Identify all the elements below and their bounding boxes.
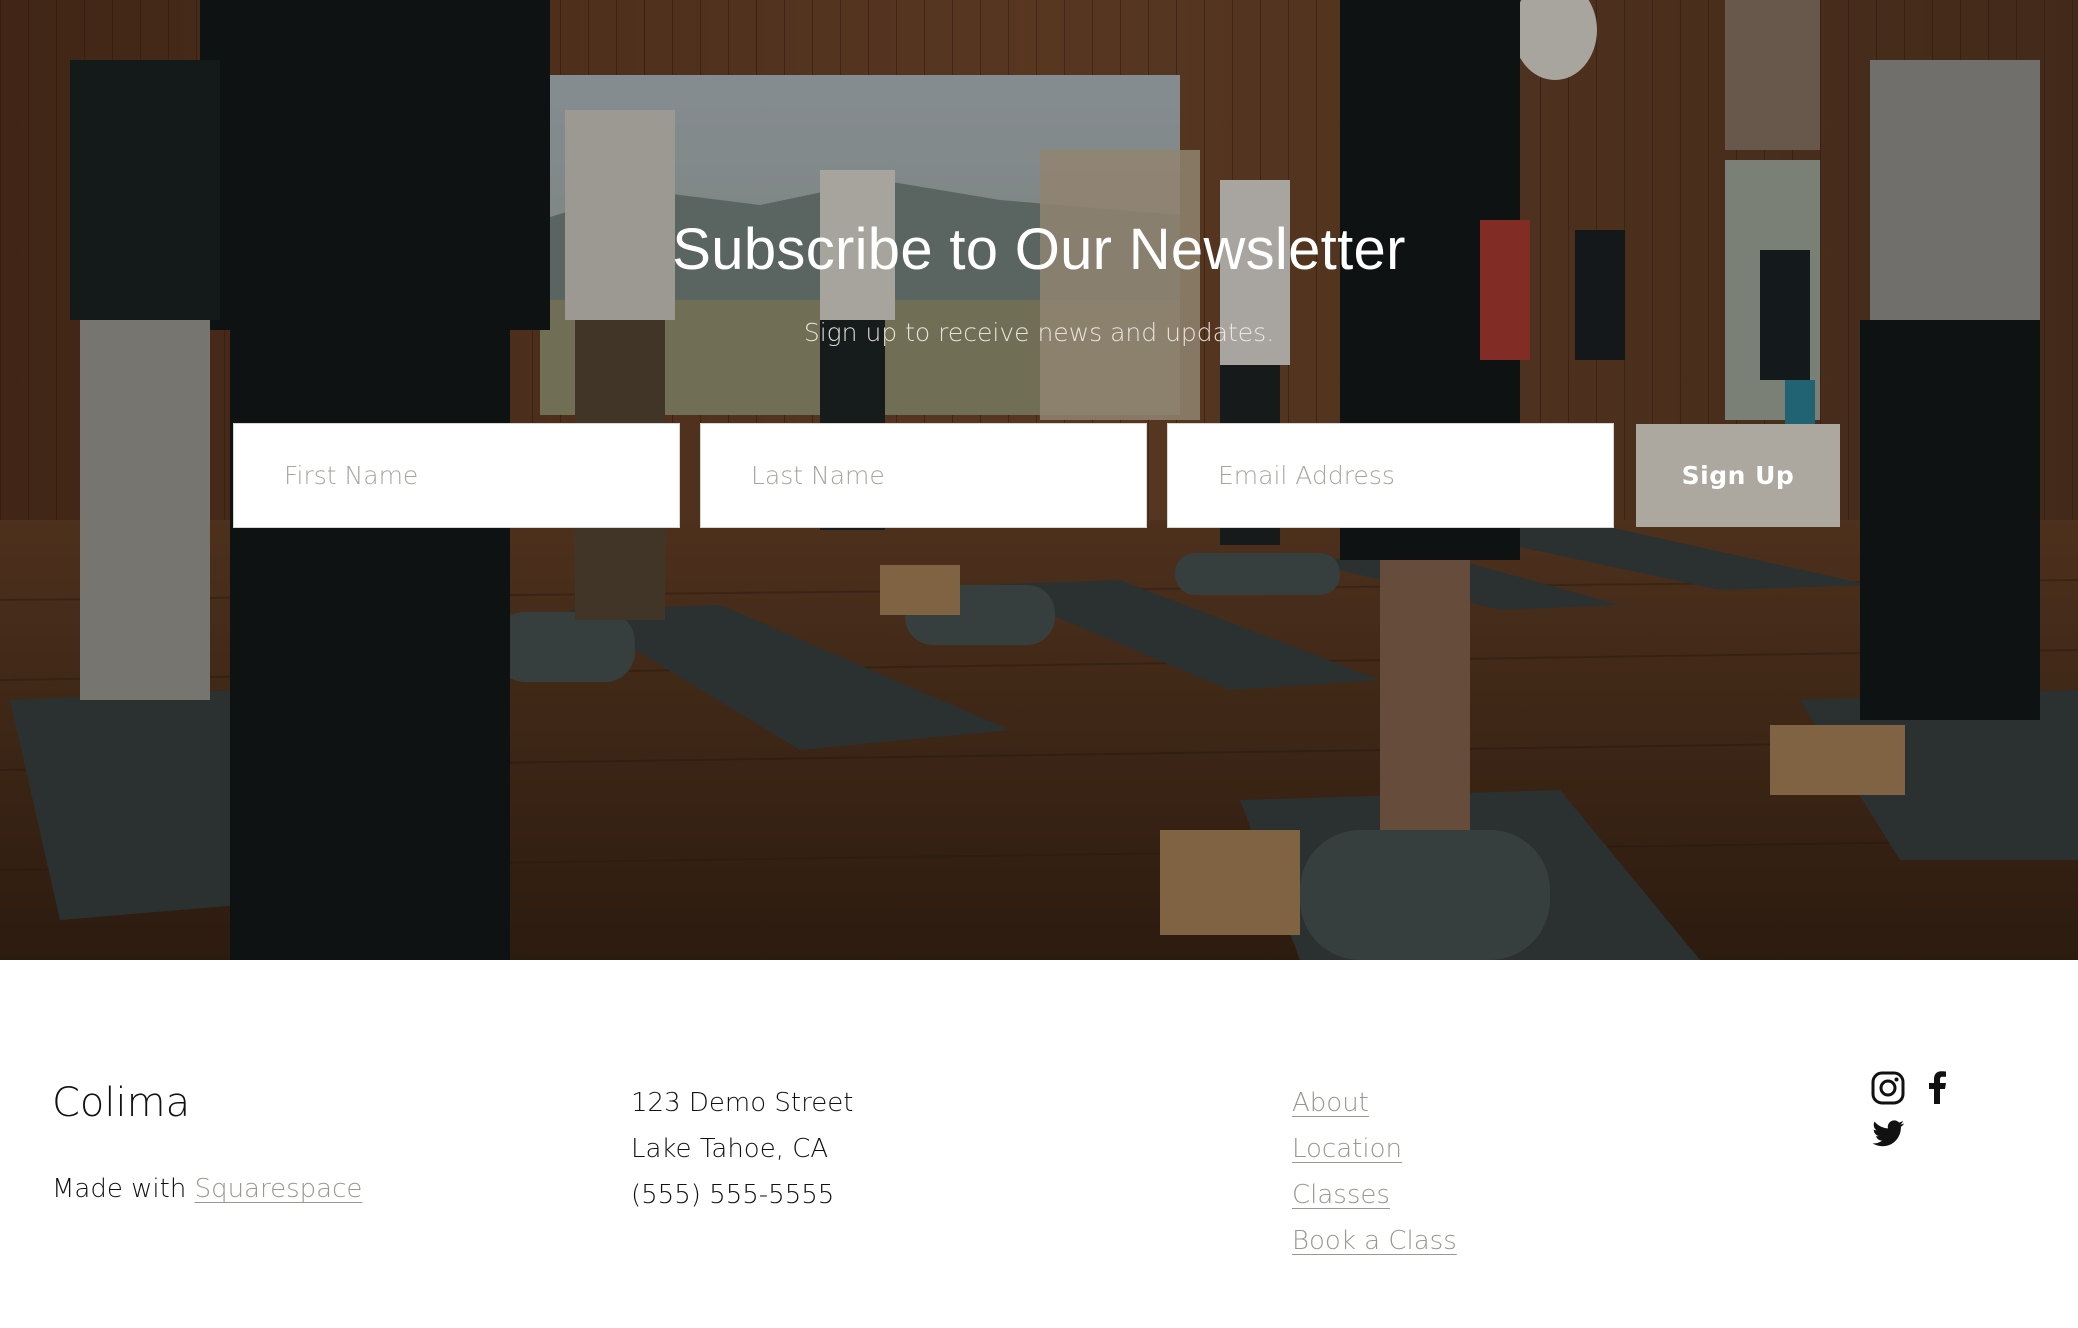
address-block: 123 Demo Street Lake Tahoe, CA (555) 555… [631, 1080, 853, 1218]
site-footer: Colima Made with Squarespace 123 Demo St… [0, 960, 2078, 1328]
newsletter-subtitle: Sign up to receive news and updates. [803, 318, 1275, 347]
first-name-input[interactable] [233, 423, 680, 528]
newsletter-title: Subscribe to Our Newsletter [672, 217, 1406, 282]
nav-link-about[interactable]: About [1292, 1080, 1457, 1126]
nav-link-classes[interactable]: Classes [1292, 1172, 1457, 1218]
squarespace-link[interactable]: Squarespace [195, 1174, 363, 1204]
newsletter-content: Subscribe to Our Newsletter Sign up to r… [0, 0, 2078, 960]
facebook-icon[interactable] [1920, 1070, 1956, 1106]
email-input[interactable] [1167, 423, 1614, 528]
instagram-icon[interactable] [1870, 1070, 1906, 1106]
address-phone: (555) 555-5555 [631, 1180, 835, 1210]
last-name-input[interactable] [700, 423, 1147, 528]
nav-link-book-a-class[interactable]: Book a Class [1292, 1218, 1457, 1264]
newsletter-section: Subscribe to Our Newsletter Sign up to r… [0, 0, 2078, 960]
twitter-icon[interactable] [1870, 1116, 1906, 1152]
sign-up-button[interactable]: Sign Up [1636, 424, 1840, 527]
address-street: 123 Demo Street [631, 1088, 854, 1118]
nav-link-location[interactable]: Location [1292, 1126, 1457, 1172]
made-with-prefix: Made with [52, 1174, 187, 1204]
address-city: Lake Tahoe, CA [631, 1134, 829, 1164]
made-with: Made with Squarespace [52, 1174, 362, 1204]
newsletter-form: Sign Up [233, 423, 1840, 528]
footer-nav: About Location Classes Book a Class [1292, 1080, 1457, 1264]
brand-name: Colima [52, 1080, 191, 1126]
